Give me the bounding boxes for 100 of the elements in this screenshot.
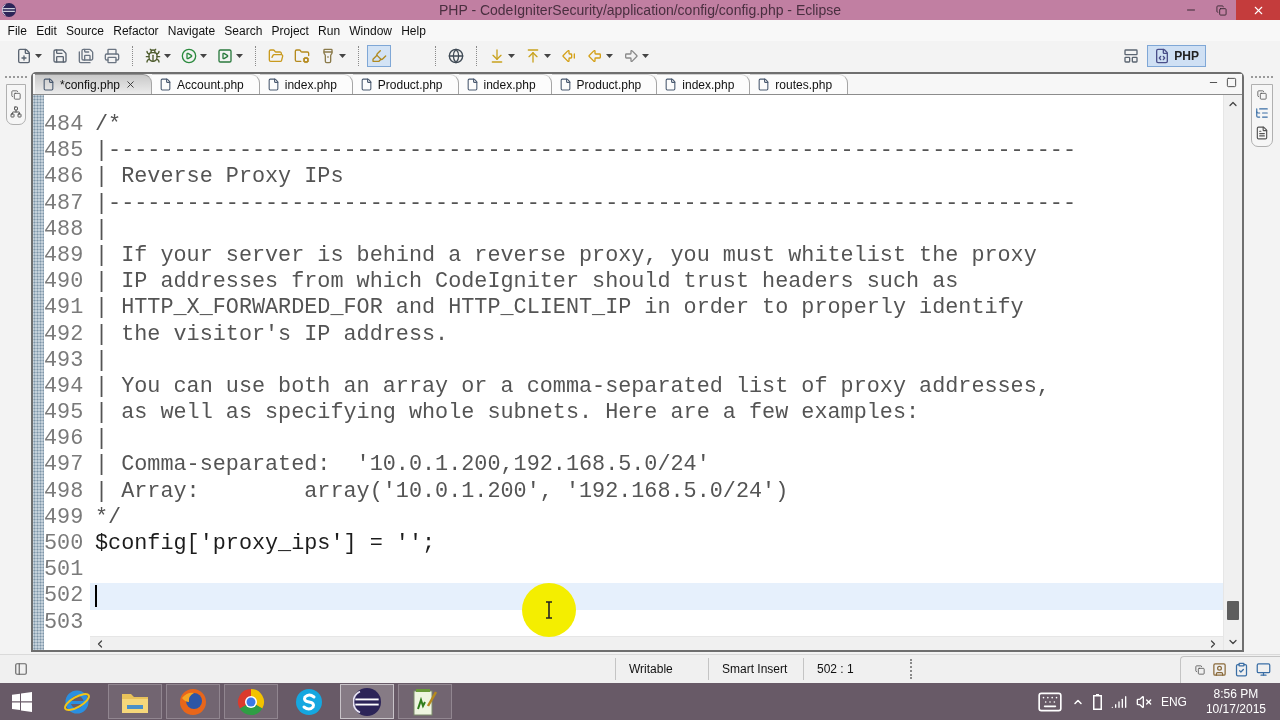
restore-icon — [1215, 4, 1227, 16]
editor-tab[interactable]: Product.php — [352, 74, 459, 94]
flame-globe-icon — [179, 687, 207, 716]
stacked-floppy-disks-icon — [78, 47, 94, 64]
line-number: 502 — [44, 583, 85, 610]
line-number: 490 — [44, 269, 85, 296]
code-line: | Array: array('10.0.1.200', '192.168.5.0/24') — [95, 478, 789, 505]
code-line: |-------------------------------------------------------------------------- — [95, 138, 1077, 165]
editor-tab[interactable]: index.php — [458, 74, 552, 94]
caret-down-icon — [35, 53, 42, 58]
globe-icon — [448, 47, 464, 64]
menu-item[interactable]: Refactor — [108, 21, 164, 40]
code-line: | as well as specifying whole subnets. Here are a few examples: — [95, 400, 920, 427]
editor-tab[interactable]: index.php — [657, 74, 751, 94]
editor-tab[interactable]: routes.php — [750, 74, 849, 94]
menu-item[interactable]: Project — [266, 21, 314, 40]
code-line: | — [95, 216, 109, 243]
i-beam-cursor-icon — [522, 583, 576, 637]
folder-gear-icon — [294, 47, 310, 64]
caret-down-icon — [606, 53, 613, 58]
status-text: 502 : 1 — [817, 662, 854, 676]
monitor-icon[interactable] — [1256, 662, 1271, 677]
speaker-muted-icon[interactable] — [1135, 693, 1152, 710]
menu-item[interactable]: Search — [219, 21, 267, 40]
line-number: 493 — [44, 347, 85, 374]
restore-icon[interactable] — [1195, 664, 1205, 675]
line-number: 487 — [44, 190, 85, 217]
code-line: | — [95, 347, 109, 374]
caret-down-icon — [508, 53, 515, 58]
code-file-icon — [1154, 47, 1171, 64]
signal-bars-icon[interactable] — [1110, 693, 1127, 710]
menu-item[interactable]: Run — [313, 21, 345, 40]
striped-sphere-icon — [2, 3, 16, 17]
taskbar-button[interactable] — [340, 684, 394, 719]
arrow-up-to-line-icon — [525, 47, 541, 64]
play-circle-icon — [181, 47, 197, 64]
editor-tab[interactable]: index.php — [259, 74, 353, 94]
editor-tab[interactable]: Account.php — [152, 74, 260, 94]
line-number: 491 — [44, 295, 85, 322]
status-text: Writable — [629, 662, 673, 676]
editor-tab[interactable]: Product.php — [551, 74, 658, 94]
file-plus-icon — [16, 47, 32, 64]
caret-down-icon — [236, 53, 243, 58]
line-number: 500 — [44, 531, 85, 558]
caret-down-icon — [164, 53, 171, 58]
clipboard-check-icon[interactable] — [1234, 662, 1249, 677]
scroll-thumb[interactable] — [1227, 601, 1239, 620]
menu-item[interactable]: File — [3, 21, 32, 40]
restore-icon[interactable] — [10, 90, 21, 100]
arrow-left-icon — [587, 47, 603, 64]
code-line: | — [95, 426, 109, 453]
line-number: 503 — [44, 609, 85, 636]
menu-item[interactable]: Source — [61, 21, 109, 40]
code-line: | Reverse Proxy IPs — [95, 164, 344, 191]
line-number: 496 — [44, 426, 85, 453]
line-number: 486 — [44, 164, 85, 191]
caret-down-icon — [642, 53, 649, 58]
line-number: 497 — [44, 452, 85, 479]
line-number: 495 — [44, 400, 85, 427]
code-line: | You can use both an array or a comma-separated list of proxy addresses, — [95, 373, 1050, 401]
window-title: PHP - CodeIgniterSecurity/application/config/config.php - Eclipse — [438, 2, 842, 18]
menu-item[interactable]: Help — [396, 21, 431, 40]
file-icon — [42, 78, 55, 91]
code-line: |-------------------------------------------------------------------------- — [95, 190, 1077, 217]
code-line: | the visitor's IP address. — [95, 321, 449, 348]
maximize-icon — [1226, 76, 1237, 88]
menu-item[interactable]: Window — [344, 21, 397, 40]
panel-icon[interactable] — [14, 662, 28, 676]
layout-panels-icon — [1123, 47, 1140, 64]
editor-tab[interactable]: *config.php — [35, 74, 153, 94]
user-card-icon[interactable] — [1212, 662, 1227, 677]
close-icon[interactable] — [125, 79, 137, 90]
code-line: | HTTP_X_FORWARDED_FOR and HTTP_CLIENT_IP in order to properly identify — [95, 295, 1024, 322]
language-indicator[interactable]: ENG — [1160, 694, 1187, 709]
vertical-scrollbar[interactable] — [1223, 95, 1242, 650]
line-number: 488 — [44, 216, 85, 243]
restore-icon[interactable] — [1257, 90, 1267, 100]
perspective-button[interactable]: PHP — [1147, 44, 1206, 67]
document-icon[interactable] — [1255, 126, 1269, 140]
outline-tree-icon[interactable] — [1255, 106, 1269, 120]
hierarchy-icon[interactable] — [9, 106, 22, 118]
bug-icon — [145, 47, 161, 64]
menu-item[interactable]: Edit — [31, 21, 62, 40]
horizontal-scrollbar[interactable] — [90, 636, 1223, 650]
wave-disc-icon — [295, 687, 323, 716]
code-line: */ — [95, 504, 122, 531]
flashlight-icon — [320, 47, 336, 64]
line-number: 484 — [44, 112, 85, 139]
highlighter-icon — [371, 47, 387, 64]
line-number: 494 — [44, 373, 85, 401]
file-icon — [465, 78, 479, 91]
menu-item[interactable]: Navigate — [163, 21, 220, 40]
line-number: 501 — [44, 557, 85, 584]
line-number: 499 — [44, 504, 85, 531]
code-line: /* — [95, 112, 122, 139]
line-number: 498 — [44, 478, 85, 505]
printer-icon — [104, 47, 120, 64]
file-icon — [159, 78, 173, 91]
striped-sphere-icon — [353, 687, 381, 716]
code-line: $config['proxy_ips'] = ''; — [95, 531, 436, 558]
